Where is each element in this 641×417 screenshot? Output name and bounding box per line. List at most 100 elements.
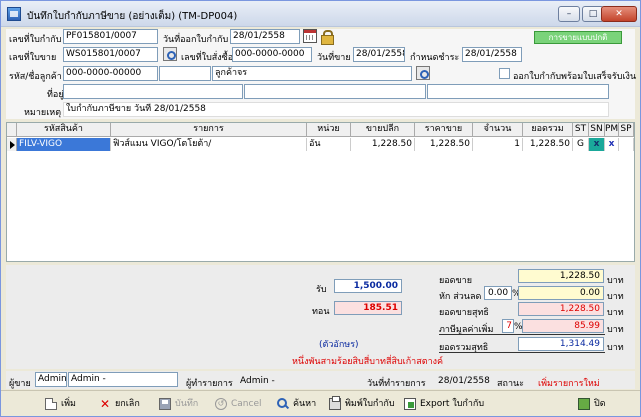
- subtotal-field: 1,228.50: [518, 269, 604, 283]
- remark-field[interactable]: ใบกำกับภาษีขาย วันที่ 28/01/2558: [63, 102, 609, 117]
- grid-corner: [7, 123, 17, 137]
- export-button[interactable]: Export ใบกำกับ: [404, 395, 484, 413]
- due-date-field[interactable]: 28/01/2558: [462, 47, 522, 62]
- seller-name-field[interactable]: Admin -: [68, 372, 178, 387]
- printer-icon: [329, 396, 341, 410]
- header-form: เลขที่ใบกำกับ PF015801/0007 วันที่ออกใบก…: [6, 29, 637, 119]
- exit-door-icon: [578, 398, 590, 410]
- due-date-label: กำหนดชำระ: [410, 53, 460, 63]
- discount-field[interactable]: 0.00: [518, 286, 604, 300]
- invoice-date-label: วันที่ออกใบกำกับ: [163, 35, 229, 45]
- seller-code-field[interactable]: Admin: [35, 372, 67, 387]
- subtotal-label: ยอดขาย: [439, 276, 473, 286]
- cell-pm[interactable]: x: [605, 138, 619, 151]
- print-button[interactable]: พิมพ์ใบกำกับ: [329, 395, 395, 413]
- footer-info: ผู้ขาย Admin Admin - ผู้ทำรายการ Admin -…: [6, 371, 635, 389]
- cell-price[interactable]: 1,228.50: [415, 138, 473, 151]
- status-value: เพิ่มรายการใหม่: [538, 379, 600, 389]
- address-field-3[interactable]: [427, 84, 609, 99]
- cancel-button[interactable]: ↺ Cancel: [215, 395, 262, 413]
- cell-unit[interactable]: อัน: [307, 138, 351, 151]
- col-header-total[interactable]: ยอดรวม: [523, 123, 573, 137]
- new-button-label: เพิ่ม: [61, 399, 76, 409]
- customer-extra-field[interactable]: [159, 66, 211, 81]
- print-button-label: พิมพ์ใบกำกับ: [345, 399, 395, 409]
- baht-3: บาท: [607, 308, 624, 318]
- close-button[interactable]: ปิด: [578, 395, 606, 413]
- address-field-2[interactable]: [244, 84, 426, 99]
- invoice-date-field[interactable]: 28/01/2558: [230, 29, 300, 44]
- print-receipt-checkbox[interactable]: [499, 68, 510, 79]
- change-field: 185.51: [334, 301, 402, 315]
- close-window-button[interactable]: ✕: [601, 6, 637, 22]
- col-header-pm[interactable]: PM: [605, 123, 619, 137]
- calendar-icon[interactable]: [303, 29, 317, 43]
- cell-sn[interactable]: x: [589, 138, 605, 151]
- cell-desc[interactable]: ฟิวส์แมน VIGO/โตโยต้า/: [111, 138, 307, 151]
- invoice-no-label: เลขที่ใบกำกับ: [9, 35, 62, 45]
- find-button[interactable]: ค้นหา: [277, 395, 316, 413]
- export-icon: [404, 398, 416, 410]
- col-header-sp[interactable]: SP: [619, 123, 634, 137]
- discount-pct-field[interactable]: 0.00: [484, 286, 512, 300]
- cell-sp[interactable]: [619, 138, 634, 151]
- customer-lookup-icon[interactable]: [416, 66, 430, 80]
- col-header-qty[interactable]: จำนวน: [473, 123, 523, 137]
- net-label: ยอดขายสุทธิ: [439, 308, 489, 318]
- cell-retail[interactable]: 1,228.50: [351, 138, 415, 151]
- receive-label: รับ: [316, 285, 327, 295]
- window-title: บันทึกใบกำกับภาษีขาย (อย่างเต็ม) (TM-DP0…: [27, 11, 238, 22]
- cell-qty[interactable]: 1: [473, 138, 523, 151]
- cell-code[interactable]: FILV-VIGO: [17, 138, 111, 151]
- vat-pct-field[interactable]: 7: [502, 319, 514, 333]
- operator-label: ผู้ทำรายการ: [186, 379, 233, 389]
- print-receipt-label: ออกใบกำกับพร้อมใบเสร็จรับเงิน: [513, 72, 637, 82]
- sale-date-field[interactable]: 28/01/2558: [353, 47, 405, 62]
- col-header-unit[interactable]: หน่วย: [307, 123, 351, 137]
- lookup-icon[interactable]: [163, 47, 177, 61]
- grand-total-field: 1,314.49: [518, 337, 604, 351]
- lock-icon[interactable]: [320, 29, 334, 45]
- seller-label: ผู้ขาย: [9, 379, 31, 389]
- summary-panel: รับ 1,500.00 ทอน 185.51 (ตัวอักษร) หนึ่ง…: [6, 265, 635, 369]
- po-no-field[interactable]: 000-0000-0000: [232, 47, 312, 62]
- customer-type-field[interactable]: ลูกค้าจร: [212, 66, 412, 81]
- col-header-price[interactable]: ราคาขาย: [415, 123, 473, 137]
- sale-no-field[interactable]: WS015801/0007: [63, 47, 158, 62]
- col-header-st[interactable]: ST: [573, 123, 589, 137]
- amount-in-words: หนึ่งพันสามร้อยสิบสี่บาทสี่สิบเก้าสตางค์: [292, 357, 444, 367]
- remark-label: หมายเหตุ: [24, 108, 62, 118]
- baht-5: บาท: [607, 343, 624, 353]
- cell-st[interactable]: G: [573, 138, 589, 151]
- invoice-no-field[interactable]: PF015801/0007: [63, 29, 158, 44]
- col-header-code[interactable]: รหัสสินค้า: [17, 123, 111, 137]
- baht-4: บาท: [607, 325, 624, 335]
- customer-code-field[interactable]: 000-0000-00000: [63, 66, 158, 81]
- new-button[interactable]: เพิ่ม: [45, 395, 76, 413]
- cancel-button-label: Cancel: [231, 399, 262, 409]
- address-field-1[interactable]: [63, 84, 243, 99]
- col-header-desc[interactable]: รายการ: [111, 123, 307, 137]
- baht-1: บาท: [607, 276, 624, 286]
- bottom-toolbar: เพิ่ม ✕ ยกเลิก บันทึก ↺ Cancel ค้นหา พิม…: [1, 390, 640, 416]
- cell-total[interactable]: 1,228.50: [523, 138, 573, 151]
- vat-field: 85.99: [522, 319, 604, 333]
- col-header-retail[interactable]: ขายปลีก: [351, 123, 415, 137]
- void-button-label: ยกเลิก: [115, 399, 140, 409]
- void-button[interactable]: ✕ ยกเลิก: [99, 395, 140, 413]
- close-button-label: ปิด: [594, 399, 606, 409]
- po-no-label: เลขที่ใบสั่งซื้อ: [181, 53, 234, 63]
- title-bar[interactable]: บันทึกใบกำกับภาษีขาย (อย่างเต็ม) (TM-DP0…: [1, 1, 640, 27]
- minimize-button[interactable]: –: [558, 6, 580, 22]
- main-window: บันทึกใบกำกับภาษีขาย (อย่างเต็ม) (TM-DP0…: [0, 0, 641, 417]
- save-button[interactable]: บันทึก: [159, 395, 198, 413]
- net-field: 1,228.50: [518, 302, 604, 316]
- summary-divider: [439, 334, 605, 335]
- op-date-label: วันที่ทำรายการ: [367, 379, 426, 389]
- receive-field[interactable]: 1,500.00: [334, 279, 402, 293]
- col-header-sn[interactable]: SN: [589, 123, 605, 137]
- amount-words-label: (ตัวอักษร): [319, 340, 359, 350]
- discount-label: หัก ส่วนลด: [439, 292, 482, 302]
- save-disk-icon: [159, 398, 171, 410]
- item-grid[interactable]: รหัสสินค้า รายการ หน่วย ขายปลีก ราคาขาย …: [6, 122, 635, 262]
